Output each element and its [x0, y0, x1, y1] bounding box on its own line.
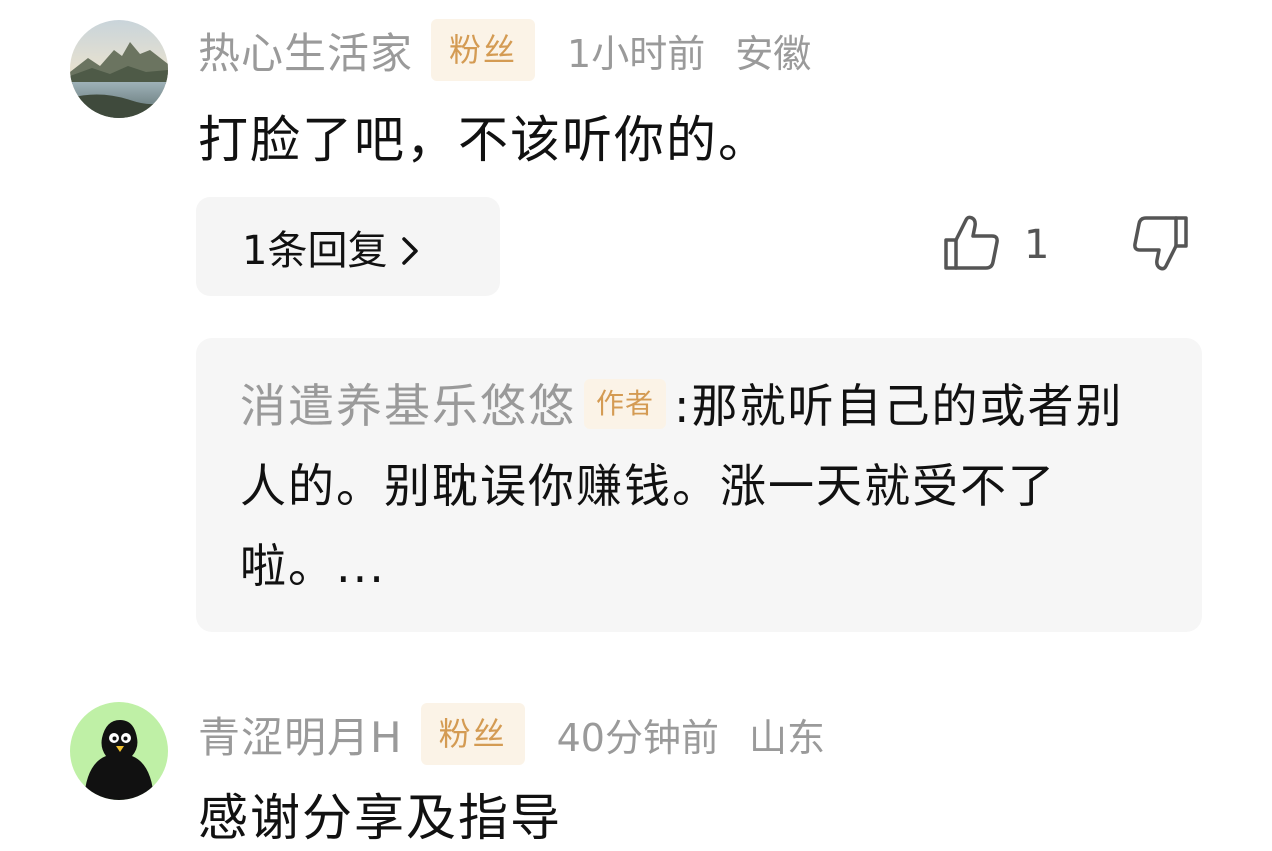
user-avatar[interactable] [70, 702, 168, 800]
like-count: 1 [1024, 222, 1050, 268]
reply-preview-text: 消遣养基乐悠悠 作者:那就听自己的或者别人的。别耽误你赚钱。涨一天就受不了啦。..… [240, 366, 1162, 606]
thumbs-up-icon [940, 212, 1002, 278]
author-badge: 作者 [584, 378, 667, 429]
user-avatar[interactable] [70, 20, 168, 118]
thumbs-down-icon [1130, 216, 1192, 278]
landscape-avatar-icon [70, 20, 168, 118]
comment-item: 青涩明月H 粉丝 40分钟前 山东 感谢分享及指导 [0, 690, 1272, 851]
penguin-avatar-icon [70, 702, 168, 800]
username[interactable]: 热心生活家 [198, 20, 413, 81]
fan-badge: 粉丝 [420, 703, 525, 765]
reply-count-label: 1条回复 [242, 227, 388, 274]
view-replies-button[interactable]: 1条回复 [196, 197, 500, 296]
comment-item: 热心生活家 粉丝 1小时前 安徽 打脸了吧，不该听你的。 1条回复 1 消遣养基… [0, 0, 1272, 660]
comment-time: 40分钟前 [556, 715, 719, 760]
comment-time: 1小时前 [567, 31, 706, 76]
comment-location: 山东 [748, 715, 825, 760]
comment-content: 感谢分享及指导 [198, 789, 562, 847]
comment-meta: 青涩明月H 粉丝 40分钟前 山东 [198, 701, 825, 767]
username[interactable]: 青涩明月H [198, 704, 403, 765]
reply-username[interactable]: 消遣养基乐悠悠 [240, 379, 576, 433]
dislike-button[interactable] [1130, 212, 1196, 278]
fan-badge: 粉丝 [431, 19, 536, 81]
comment-location: 安徽 [735, 31, 812, 76]
like-button[interactable]: 1 [940, 212, 1049, 278]
reply-separator: : [674, 379, 692, 433]
comment-meta: 热心生活家 粉丝 1小时前 安徽 [198, 17, 811, 83]
reply-preview[interactable]: 消遣养基乐悠悠 作者:那就听自己的或者别人的。别耽误你赚钱。涨一天就受不了啦。..… [196, 338, 1202, 632]
comment-content: 打脸了吧，不该听你的。 [198, 111, 770, 169]
chevron-right-icon [399, 231, 421, 265]
